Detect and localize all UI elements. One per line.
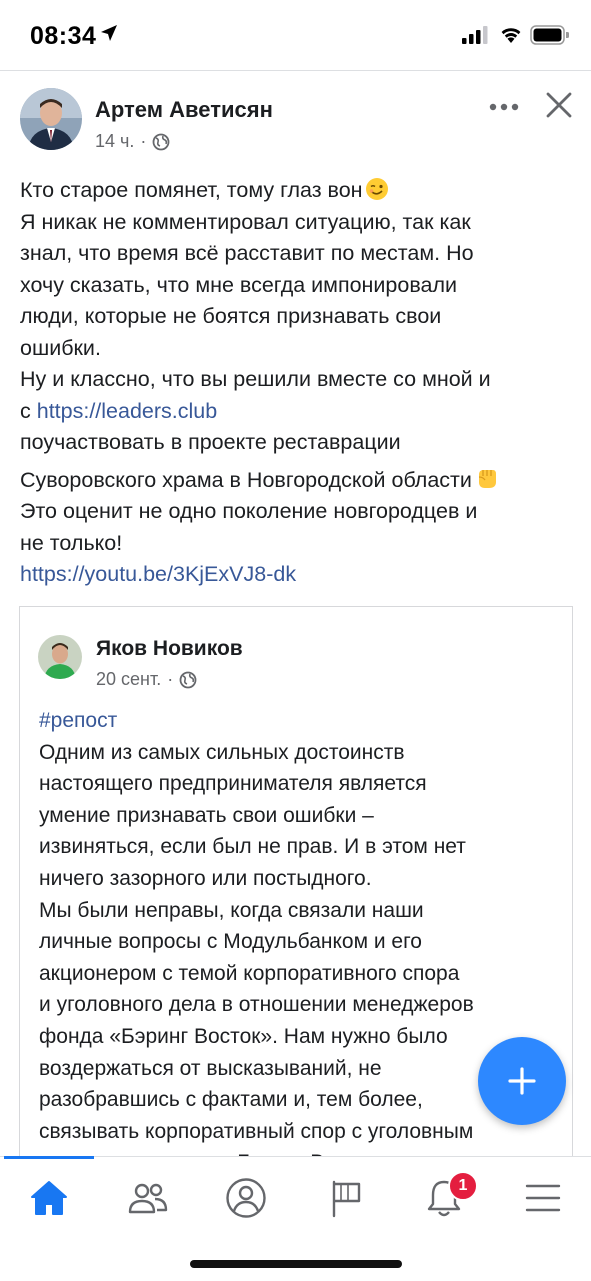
post-line: Ну и классно, что вы решили вместе со мн… xyxy=(20,367,491,391)
leaders-club-link[interactable]: https://leaders.club xyxy=(37,399,217,423)
shared-line: настоящего предпринимателя является xyxy=(39,772,427,796)
shared-line: Мы были неправы, когда связали наши xyxy=(39,898,424,922)
cellular-signal-icon xyxy=(462,26,488,44)
raised-fist-icon xyxy=(478,469,496,488)
more-options-icon[interactable] xyxy=(488,102,520,112)
author-avatar[interactable] xyxy=(20,88,82,150)
top-divider xyxy=(0,70,591,71)
shared-post-time[interactable]: 20 сент. xyxy=(96,669,161,690)
meta-separator: · xyxy=(140,131,147,151)
shared-line: личные вопросы с Модульбанком и его xyxy=(39,930,422,954)
hamburger-menu-icon xyxy=(525,1184,561,1212)
post-line: Это оценит не одно поколение новгородцев… xyxy=(20,499,478,523)
youtube-link[interactable]: https://youtu.be/3KjExVJ8-dk xyxy=(20,562,296,586)
shared-post-card[interactable]: Яков Новиков 20 сент. · #репост Одним из… xyxy=(19,606,573,1206)
shared-author-name[interactable]: Яков Новиков xyxy=(96,637,243,661)
shared-line: связывать корпоративный спор с уголовным xyxy=(39,1119,474,1143)
home-icon xyxy=(31,1181,67,1215)
compose-fab-button[interactable] xyxy=(478,1037,566,1125)
tab-pages[interactable] xyxy=(316,1175,376,1221)
status-bar: 08:34 xyxy=(0,0,591,70)
tab-profile[interactable] xyxy=(216,1175,276,1221)
post-line: с https://leaders.club xyxy=(20,398,218,423)
status-time: 08:34 xyxy=(30,22,97,50)
post-meta: 14 ч. · xyxy=(95,131,170,152)
shared-line: извиняться, если был не прав. И в этом н… xyxy=(39,835,466,859)
hashtag-link[interactable]: #репост xyxy=(39,705,559,737)
close-icon[interactable] xyxy=(545,91,573,119)
post-text: Кто старое помянет, тому глаз вон Я ника… xyxy=(20,175,575,591)
home-indicator[interactable] xyxy=(190,1260,402,1268)
post-line: знал, что время всё расставит по местам.… xyxy=(20,241,474,265)
post-line: Суворовского храма в Новгородской област… xyxy=(20,465,575,497)
shared-author-avatar[interactable] xyxy=(38,635,82,679)
shared-line: фонда «Бэринг Восток». Нам нужно было xyxy=(39,1024,448,1048)
globe-icon xyxy=(179,671,197,688)
shared-line: акционером с темой корпоративного спора xyxy=(39,961,460,985)
notification-badge: 1 xyxy=(448,1171,478,1201)
author-name[interactable]: Артем Аветисян xyxy=(95,97,273,123)
pages-flag-icon xyxy=(332,1180,361,1218)
tab-menu[interactable] xyxy=(513,1175,573,1221)
active-tab-indicator xyxy=(4,1156,94,1159)
tab-home[interactable] xyxy=(19,1175,79,1221)
tab-friends[interactable] xyxy=(118,1175,178,1221)
post-line: ошибки. xyxy=(20,335,101,360)
shared-line: Одним из самых сильных достоинств xyxy=(39,740,405,764)
battery-icon xyxy=(530,25,569,45)
bottom-tab-bar: 1 xyxy=(0,1156,591,1281)
meta-separator: · xyxy=(167,669,174,689)
shared-line: умение признавать свои ошибки – xyxy=(39,803,374,827)
friends-icon xyxy=(128,1183,168,1214)
post-line: люди, которые не боятся признавать свои xyxy=(20,304,442,328)
post-line: хочу сказать, что мне всегда импонировал… xyxy=(20,272,458,297)
post-line: поучаствовать в проекте реставрации xyxy=(20,430,401,454)
shared-line: и уголовного дела в отношении менеджеров xyxy=(39,993,474,1017)
shared-line: ничего зазорного или постыдного. xyxy=(39,866,372,890)
plus-icon xyxy=(508,1067,536,1095)
post-line: Кто старое помянет, тому глаз вон xyxy=(20,175,575,207)
location-arrow-icon xyxy=(101,25,117,41)
shared-post-meta: 20 сент. · xyxy=(96,669,197,690)
post-line: не только! xyxy=(20,530,123,555)
post-time[interactable]: 14 ч. xyxy=(95,131,134,152)
globe-icon xyxy=(153,133,170,150)
profile-icon xyxy=(226,1178,266,1218)
post-line: Я никак не комментировал ситуацию, так к… xyxy=(20,209,471,234)
wifi-icon xyxy=(501,28,521,43)
shared-post-text: #репост Одним из самых сильных достоинст… xyxy=(39,705,559,1179)
post-line: https://youtu.be/3KjExVJ8-dk xyxy=(20,559,575,591)
winking-face-icon xyxy=(365,178,388,200)
